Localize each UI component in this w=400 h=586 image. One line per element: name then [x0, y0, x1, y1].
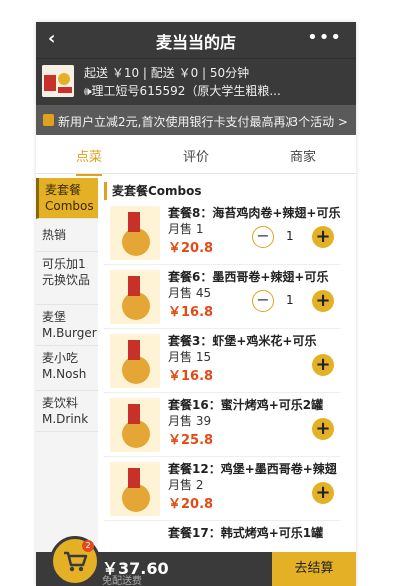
list-item[interactable]: 套餐3：虾堡+鸡米花+可乐 月售 15 ￥16.8 +: [104, 328, 340, 393]
item-price: ￥25.8: [168, 433, 214, 448]
item-image: [110, 462, 160, 516]
category-drink[interactable]: 麦饮料M.Drink: [36, 391, 98, 432]
phone-frame: ‹ 麦当当的店 ••• 起送 ￥10 | 配送 ￥0 | 50分钟 🕪理工短号6…: [36, 22, 356, 586]
item-name: 套餐6：墨西哥卷+辣翅+可乐: [168, 270, 329, 284]
item-sales: 月售 1: [168, 222, 204, 236]
item-image: [110, 206, 160, 260]
tab-bar: 点菜 评价 商家: [36, 135, 356, 176]
more-icon[interactable]: •••: [307, 27, 342, 48]
tab-merchant[interactable]: 商家: [250, 146, 356, 165]
promo-text: 新用户立减2元,首次使用银行卡支付最高再减3元: [58, 115, 292, 129]
item-sales: 月售 39: [168, 414, 212, 428]
item-quantity: 1: [286, 293, 294, 307]
item-price: ￥20.8: [168, 241, 214, 256]
tab-reviews[interactable]: 评价: [143, 146, 249, 165]
shop-address: 🕪理工短号615592（原大学生粗粮...: [84, 84, 281, 98]
plus-button[interactable]: +: [312, 226, 334, 248]
item-name: 套餐16：蜜汁烤鸡+可乐2罐: [168, 398, 324, 412]
list-item[interactable]: 套餐6：墨西哥卷+辣翅+可乐 月售 45 ￥16.8 − 1 +: [104, 264, 340, 329]
promo-bar[interactable]: 新用户立减2元,首次使用银行卡支付最高再减3元 3个活动 >: [36, 105, 356, 135]
list-item[interactable]: 套餐12：鸡堡+墨西哥卷+辣翅 月售 2 ￥20.8 +: [104, 456, 340, 521]
item-name: 套餐3：虾堡+鸡米花+可乐: [168, 334, 317, 348]
item-price: ￥20.8: [168, 497, 214, 512]
top-bar: ‹ 麦当当的店 •••: [36, 22, 356, 58]
item-image: [110, 270, 160, 324]
section-title: 麦套餐Combos: [104, 182, 356, 200]
shop-info: 起送 ￥10 | 配送 ￥0 | 50分钟 🕪理工短号615592（原大学生粗粮…: [36, 58, 356, 105]
plus-button[interactable]: +: [312, 354, 334, 376]
delivery-note: 免配送费: [102, 576, 142, 586]
menu-content: 麦套餐Combos 热销 可乐加1元换饮品 麦堡M.Burger 麦小吃M.No…: [36, 178, 356, 586]
minus-button[interactable]: −: [252, 290, 274, 312]
minus-button[interactable]: −: [252, 226, 274, 248]
checkout-button[interactable]: 去结算: [272, 552, 356, 586]
item-name: 套餐17：韩式烤鸡+可乐1罐: [168, 526, 324, 540]
category-nosh[interactable]: 麦小吃M.Nosh: [36, 346, 98, 391]
category-cola-swap[interactable]: 可乐加1元换饮品: [36, 252, 98, 305]
promo-count[interactable]: 3个活动 >: [290, 113, 348, 130]
item-image: [110, 398, 160, 452]
cart-badge: 2: [82, 540, 94, 552]
item-sales: 月售 2: [168, 478, 204, 492]
item-image: [110, 334, 160, 388]
plus-button[interactable]: +: [312, 290, 334, 312]
plus-button[interactable]: +: [312, 482, 334, 504]
item-name: 套餐8：海苔鸡肉卷+辣翅+可乐: [168, 206, 341, 220]
list-item[interactable]: 套餐16：蜜汁烤鸡+可乐2罐 月售 39 ￥25.8 +: [104, 392, 340, 457]
plus-button[interactable]: +: [312, 418, 334, 440]
category-combos[interactable]: 麦套餐Combos: [36, 178, 98, 219]
item-quantity: 1: [286, 229, 294, 243]
cart-bar: 2 ￥37.60 免配送费 去结算: [36, 536, 356, 586]
item-sales: 月售 15: [168, 350, 212, 364]
shop-logo: [42, 65, 74, 97]
delivery-info: 起送 ￥10 | 配送 ￥0 | 50分钟: [84, 66, 250, 80]
item-price: ￥16.8: [168, 305, 214, 320]
category-hot[interactable]: 热销: [36, 219, 98, 252]
category-burger[interactable]: 麦堡M.Burger: [36, 305, 98, 346]
promo-icon: [43, 114, 54, 126]
item-price: ￥16.8: [168, 369, 214, 384]
category-sidebar: 麦套餐Combos 热销 可乐加1元换饮品 麦堡M.Burger 麦小吃M.No…: [36, 178, 98, 586]
list-item[interactable]: 套餐8：海苔鸡肉卷+辣翅+可乐 月售 1 ￥20.8 − 1 +: [104, 200, 340, 265]
tab-order[interactable]: 点菜: [36, 146, 142, 176]
item-name: 套餐12：鸡堡+墨西哥卷+辣翅: [168, 462, 337, 476]
item-list: 麦套餐Combos 套餐8：海苔鸡肉卷+辣翅+可乐 月售 1 ￥20.8 − 1…: [104, 178, 356, 586]
item-sales: 月售 45: [168, 286, 212, 300]
